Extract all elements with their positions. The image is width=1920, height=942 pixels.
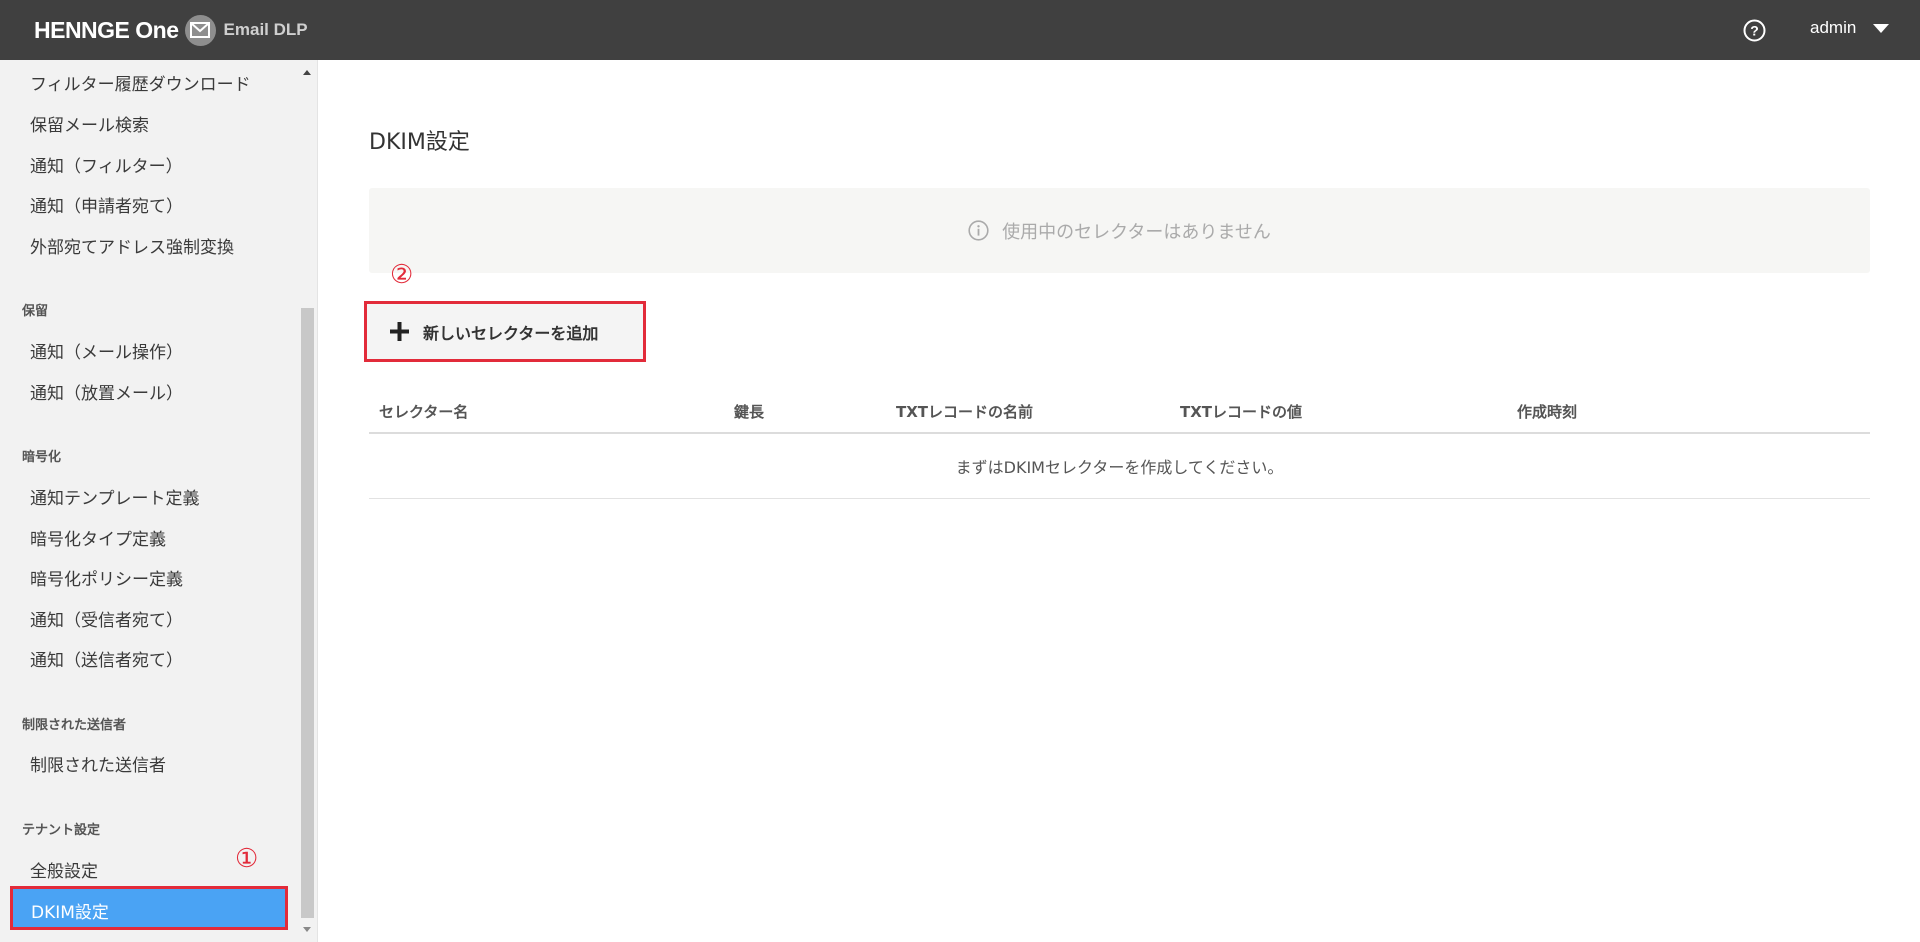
sidebar-item-notify-filter[interactable]: 通知（フィルター） xyxy=(30,152,183,177)
top-header: HENNGE One Email DLP ? admin xyxy=(0,0,1920,60)
sidebar-item-notify-sender[interactable]: 通知（送信者宛て） xyxy=(30,646,183,671)
scroll-down-arrow-icon[interactable] xyxy=(303,927,311,932)
column-key-length[interactable]: 鍵長 xyxy=(734,401,764,422)
add-selector-button[interactable]: 新しいセレクターを追加 xyxy=(364,301,646,362)
table-empty-row: まずはDKIMセレクターを作成してください。 xyxy=(369,434,1870,499)
sidebar-section-encryption: 暗号化 xyxy=(22,450,62,465)
brand-logo[interactable]: HENNGE One Email DLP xyxy=(34,14,308,46)
sidebar-item-held-mail-search[interactable]: 保留メール検索 xyxy=(30,111,149,136)
sidebar-section-restricted-senders: 制限された送信者 xyxy=(22,718,127,733)
sidebar-item-notify-applicant[interactable]: 通知（申請者宛て） xyxy=(30,192,183,217)
selector-table-header: セレクター名 鍵長 TXTレコードの名前 TXTレコードの値 作成時刻 xyxy=(369,398,1870,434)
plus-icon xyxy=(390,322,409,341)
column-txt-record-name[interactable]: TXTレコードの名前 xyxy=(896,401,1033,422)
chevron-down-icon xyxy=(1873,23,1890,33)
scroll-up-arrow-icon[interactable] xyxy=(303,70,311,75)
column-selector-name[interactable]: セレクター名 xyxy=(379,401,468,422)
notice-text: 使用中のセレクターはありません xyxy=(1002,221,1271,243)
sidebar-item-encryption-policy[interactable]: 暗号化ポリシー定義 xyxy=(30,565,183,590)
empty-selector-notice: 使用中のセレクターはありません xyxy=(369,188,1870,273)
scrollbar-thumb[interactable] xyxy=(301,308,314,918)
user-menu[interactable]: admin xyxy=(1810,18,1890,38)
sidebar-item-encryption-type[interactable]: 暗号化タイプ定義 xyxy=(30,525,166,550)
sidebar-item-notify-left-mail[interactable]: 通知（放置メール） xyxy=(30,379,183,404)
table-empty-message: まずはDKIMセレクターを作成してください。 xyxy=(955,458,1284,477)
annotation-marker-2: ② xyxy=(390,260,414,290)
sidebar-section-tenant-settings: テナント設定 xyxy=(22,823,101,838)
sidebar-item-notify-recipient[interactable]: 通知（受信者宛て） xyxy=(30,606,183,631)
sidebar-item-filter-history-download[interactable]: フィルター履歴ダウンロード xyxy=(30,70,251,95)
sidebar-item-dkim-settings[interactable]: DKIM設定 xyxy=(10,886,288,930)
sidebar-item-restricted-senders[interactable]: 制限された送信者 xyxy=(30,751,166,776)
column-created-time[interactable]: 作成時刻 xyxy=(1517,401,1577,422)
sidebar-item-notify-mail-operation[interactable]: 通知（メール操作） xyxy=(30,338,183,363)
annotation-marker-1: ① xyxy=(235,844,259,874)
sidebar-item-notify-template[interactable]: 通知テンプレート定義 xyxy=(30,484,200,509)
sidebar-item-label: DKIM設定 xyxy=(31,903,109,923)
sidebar-section-hold: 保留 xyxy=(22,304,49,319)
sidebar-item-external-address-convert[interactable]: 外部宛てアドレス強制変換 xyxy=(30,233,234,258)
page-title: DKIM設定 xyxy=(369,130,470,155)
brand-name: HENNGE One xyxy=(34,16,179,43)
product-name: Email DLP xyxy=(223,20,308,39)
mail-icon xyxy=(184,14,216,46)
add-selector-label: 新しいセレクターを追加 xyxy=(423,323,599,343)
svg-text:?: ? xyxy=(1750,23,1759,39)
info-icon xyxy=(968,220,989,241)
column-txt-record-value[interactable]: TXTレコードの値 xyxy=(1180,401,1302,422)
sidebar: フィルター履歴ダウンロード 保留メール検索 通知（フィルター） 通知（申請者宛て… xyxy=(0,60,318,942)
sidebar-scrollbar[interactable] xyxy=(299,60,316,942)
sidebar-item-general-settings[interactable]: 全般設定 xyxy=(30,857,98,882)
help-icon[interactable]: ? xyxy=(1743,19,1766,42)
user-name: admin xyxy=(1810,18,1857,37)
